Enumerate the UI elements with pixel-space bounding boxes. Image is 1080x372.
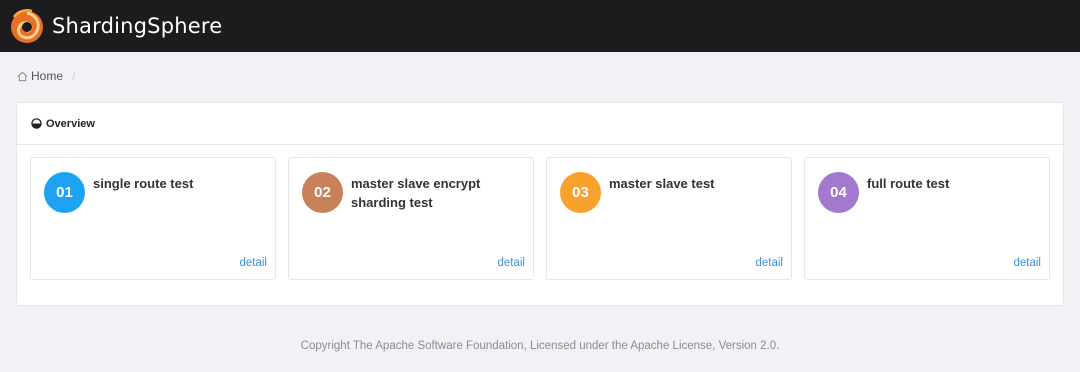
- card-title: full route test: [867, 176, 950, 191]
- card-title: master slave test: [609, 176, 715, 191]
- detail-link[interactable]: detail: [1014, 257, 1042, 269]
- test-card-master-slave: 03 master slave test detail: [546, 157, 792, 280]
- overview-panel-header: Overview: [17, 103, 1063, 145]
- card-title: master slave encrypt sharding test: [351, 176, 481, 210]
- card-title: single route test: [93, 176, 194, 191]
- breadcrumb-home-link[interactable]: Home: [31, 69, 63, 83]
- test-card-master-slave-encrypt-sharding: 02 master slave encrypt sharding test de…: [288, 157, 534, 280]
- card-number-badge: 02: [302, 172, 343, 213]
- breadcrumb: Home /: [17, 69, 75, 83]
- test-card-full-route: 04 full route test detail: [804, 157, 1050, 280]
- breadcrumb-separator: /: [72, 69, 76, 83]
- footer-copyright: Copyright The Apache Software Foundation…: [300, 340, 780, 352]
- flame-swirl-logo-icon[interactable]: [8, 7, 46, 45]
- detail-link[interactable]: detail: [756, 257, 784, 269]
- card-number-badge: 03: [560, 172, 601, 213]
- card-number-badge: 01: [44, 172, 85, 213]
- dashboard-gauge-icon: [31, 118, 42, 129]
- detail-link[interactable]: detail: [498, 257, 526, 269]
- top-navbar: ShardingSphere: [0, 0, 1080, 52]
- card-number-badge: 04: [818, 172, 859, 213]
- overview-title: Overview: [46, 117, 95, 130]
- overview-panel: Overview 01 single route test detail 02 …: [16, 102, 1064, 306]
- home-icon: [17, 71, 28, 81]
- test-card-single-route: 01 single route test detail: [30, 157, 276, 280]
- detail-link[interactable]: detail: [240, 257, 268, 269]
- brand-name[interactable]: ShardingSphere: [52, 14, 222, 38]
